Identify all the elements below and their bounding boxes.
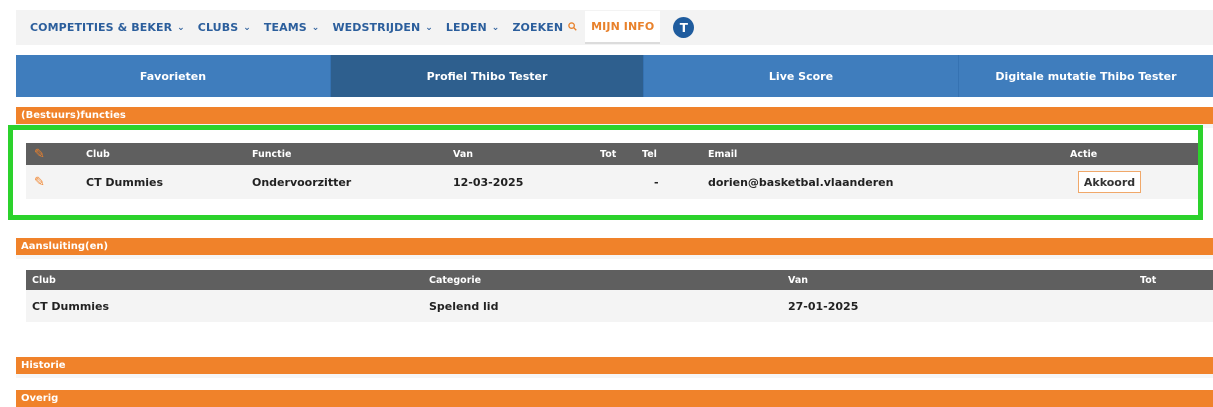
- section-title-historie: Historie: [21, 360, 66, 371]
- tab-digitale-mutatie[interactable]: Digitale mutatie Thibo Tester: [959, 55, 1213, 97]
- nav-zoeken-label: ZOEKEN: [512, 21, 564, 34]
- nav-zoeken[interactable]: ZOEKEN: [512, 10, 577, 45]
- table-row: CT Dummies Spelend lid 27-01-2025: [26, 290, 1213, 322]
- section-header-overig[interactable]: Overig: [16, 390, 1213, 407]
- col-header-club: Club: [32, 274, 56, 286]
- user-avatar[interactable]: T: [673, 17, 695, 38]
- nav-teams-label: TEAMS: [263, 21, 307, 34]
- tab-profiel[interactable]: Profiel Thibo Tester: [331, 55, 644, 97]
- highlight-frame: [8, 125, 1203, 220]
- col-header-van: Van: [788, 274, 809, 286]
- section-title-aansluiting: Aansluiting(en): [21, 241, 109, 252]
- section-divider: [16, 374, 1213, 378]
- nav-leden[interactable]: LEDEN ⌄: [446, 10, 500, 45]
- nav-mijn-info-label: MIJN INFO: [591, 20, 655, 33]
- chevron-down-icon: ⌄: [243, 22, 251, 33]
- nav-wedstrijden[interactable]: WEDSTRIJDEN ⌄: [332, 10, 432, 45]
- col-header-categorie: Categorie: [429, 274, 482, 286]
- nav-wedstrijden-label: WEDSTRIJDEN: [332, 21, 421, 34]
- col-header-tot: Tot: [1140, 274, 1157, 286]
- tab-digitale-mutatie-label: Digitale mutatie Thibo Tester: [995, 69, 1177, 83]
- section-title-functies: (Bestuurs)functies: [21, 110, 126, 121]
- top-navigation: COMPETITIES & BEKER ⌄ CLUBS ⌄ TEAMS ⌄ WE…: [16, 10, 1213, 45]
- profile-tabs: Favorieten Profiel Thibo Tester Live Sco…: [16, 55, 1213, 97]
- tab-favorieten[interactable]: Favorieten: [16, 55, 331, 97]
- chevron-down-icon: ⌄: [311, 22, 320, 33]
- cell-categorie: Spelend lid: [429, 299, 499, 313]
- tab-live-score-label: Live Score: [768, 69, 834, 83]
- cell-club: CT Dummies: [32, 299, 110, 313]
- search-icon: [568, 21, 577, 34]
- nav-clubs-label: CLUBS: [197, 21, 239, 34]
- cell-van: 27-01-2025: [788, 299, 859, 313]
- nav-competities-beker[interactable]: COMPETITIES & BEKER ⌄: [30, 10, 185, 45]
- section-title-overig: Overig: [21, 393, 59, 404]
- section-header-historie[interactable]: Historie: [16, 357, 1213, 374]
- nav-competities-label: COMPETITIES & BEKER: [30, 21, 173, 34]
- section-header-functies[interactable]: (Bestuurs)functies: [16, 107, 1213, 124]
- tab-live-score[interactable]: Live Score: [644, 55, 959, 97]
- nav-mijn-info[interactable]: MIJN INFO: [585, 11, 661, 44]
- tab-profiel-label: Profiel Thibo Tester: [426, 69, 548, 83]
- chevron-down-icon: ⌄: [425, 22, 433, 33]
- nav-leden-label: LEDEN: [445, 21, 487, 34]
- chevron-down-icon: ⌄: [491, 22, 500, 33]
- nav-teams[interactable]: TEAMS ⌄: [264, 10, 320, 45]
- section-divider: [16, 255, 1213, 259]
- tab-favorieten-label: Favorieten: [139, 69, 207, 83]
- aansluiting-table-header: Club Categorie Van Tot: [26, 270, 1213, 290]
- avatar-letter: T: [679, 20, 688, 35]
- section-header-aansluiting[interactable]: Aansluiting(en): [16, 238, 1213, 255]
- nav-clubs[interactable]: CLUBS ⌄: [198, 10, 251, 45]
- chevron-down-icon: ⌄: [177, 22, 185, 33]
